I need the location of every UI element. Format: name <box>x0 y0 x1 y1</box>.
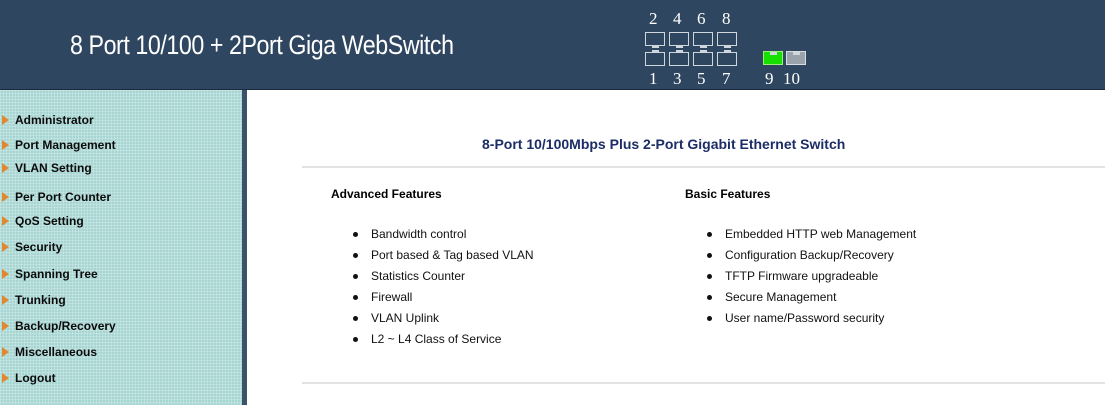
sidebar-item-qos-setting[interactable]: QoS Setting <box>0 211 240 231</box>
sidebar-item-label: Miscellaneous <box>15 345 98 359</box>
port-number-1: 1 <box>649 69 658 88</box>
port-2-icon[interactable] <box>645 32 665 48</box>
list-item: L2 ~ L4 Class of Service <box>353 332 534 353</box>
arrow-right-icon <box>2 216 12 226</box>
sidebar-item-port-management[interactable]: Port Management <box>0 135 240 155</box>
list-item: Bandwidth control <box>353 227 534 248</box>
list-item: User name/Password security <box>707 311 916 332</box>
sidebar-item-label: Spanning Tree <box>15 267 98 281</box>
sidebar-item-administrator[interactable]: Administrator <box>0 110 240 130</box>
arrow-right-icon <box>2 373 12 383</box>
arrow-right-icon <box>2 295 12 305</box>
list-item: Statistics Counter <box>353 269 534 290</box>
port-number-4: 4 <box>673 9 682 28</box>
sidebar-item-label: Security <box>15 240 63 254</box>
basic-features-list: Embedded HTTP web Management Configurati… <box>707 227 916 332</box>
sidebar-item-label: Logout <box>15 371 56 385</box>
sidebar-item-logout[interactable]: Logout <box>0 368 240 388</box>
main-content: 8-Port 10/100Mbps Plus 2-Port Gigabit Et… <box>247 90 1105 405</box>
sidebar-item-miscellaneous[interactable]: Miscellaneous <box>0 342 240 362</box>
sidebar-item-backup-recovery[interactable]: Backup/Recovery <box>0 316 240 336</box>
arrow-right-icon <box>2 140 12 150</box>
sidebar-item-spanning-tree[interactable]: Spanning Tree <box>0 264 240 284</box>
sidebar-item-security[interactable]: Security <box>0 237 240 257</box>
port-number-5: 5 <box>697 69 706 88</box>
port-5-icon[interactable] <box>693 50 713 66</box>
arrow-right-icon <box>2 192 12 202</box>
port-number-3: 3 <box>673 69 682 88</box>
list-item: Secure Management <box>707 290 916 311</box>
sidebar-item-label: VLAN Setting <box>15 161 92 175</box>
app-title: 8 Port 10/100 + 2Port Giga WebSwitch <box>70 30 454 60</box>
bottom-divider <box>302 382 1105 384</box>
port-7-icon[interactable] <box>717 50 737 66</box>
sidebar-item-label: Port Management <box>15 138 116 152</box>
sidebar-item-trunking[interactable]: Trunking <box>0 290 240 310</box>
list-item: VLAN Uplink <box>353 311 534 332</box>
sidebar-menu: Administrator Port Management VLAN Setti… <box>0 90 242 405</box>
port-8-icon[interactable] <box>717 32 737 48</box>
top-divider <box>302 166 1105 168</box>
arrow-right-icon <box>2 347 12 357</box>
arrow-right-icon <box>2 242 12 252</box>
arrow-right-icon <box>2 269 12 279</box>
port-number-7: 7 <box>722 69 731 88</box>
advanced-features-heading: Advanced Features <box>331 187 442 201</box>
header-banner: 8 Port 10/100 + 2Port Giga WebSwitch 2 4… <box>0 0 1105 90</box>
sidebar-item-label: Backup/Recovery <box>15 319 116 333</box>
port-number-6: 6 <box>697 9 706 28</box>
sidebar-item-per-port-counter[interactable]: Per Port Counter <box>0 187 240 207</box>
sidebar-item-label: Per Port Counter <box>15 190 112 204</box>
port-10-icon[interactable] <box>786 51 806 65</box>
port-number-2: 2 <box>649 9 658 28</box>
list-item: Port based & Tag based VLAN <box>353 248 534 269</box>
advanced-features-list: Bandwidth control Port based & Tag based… <box>353 227 534 353</box>
basic-features-heading: Basic Features <box>685 187 771 201</box>
list-item: TFTP Firmware upgradeable <box>707 269 916 290</box>
port-9-icon[interactable] <box>763 51 783 65</box>
port-number-9: 9 <box>765 69 774 88</box>
sidebar-item-label: Administrator <box>15 113 94 127</box>
arrow-right-icon <box>2 321 12 331</box>
list-item: Embedded HTTP web Management <box>707 227 916 248</box>
list-item: Firewall <box>353 290 534 311</box>
port-number-10: 10 <box>783 69 800 88</box>
port-3-icon[interactable] <box>669 50 689 66</box>
port-6-icon[interactable] <box>693 32 713 48</box>
arrow-right-icon <box>2 163 12 173</box>
list-item: Configuration Backup/Recovery <box>707 248 916 269</box>
sidebar-item-label: QoS Setting <box>15 214 84 228</box>
sidebar-item-vlan-setting[interactable]: VLAN Setting <box>0 158 240 178</box>
port-number-8: 8 <box>722 9 731 28</box>
sidebar-item-label: Trunking <box>15 293 66 307</box>
page-title: 8-Port 10/100Mbps Plus 2-Port Gigabit Et… <box>482 136 846 152</box>
port-1-icon[interactable] <box>645 50 665 66</box>
port-4-icon[interactable] <box>669 32 689 48</box>
arrow-right-icon <box>2 115 12 125</box>
